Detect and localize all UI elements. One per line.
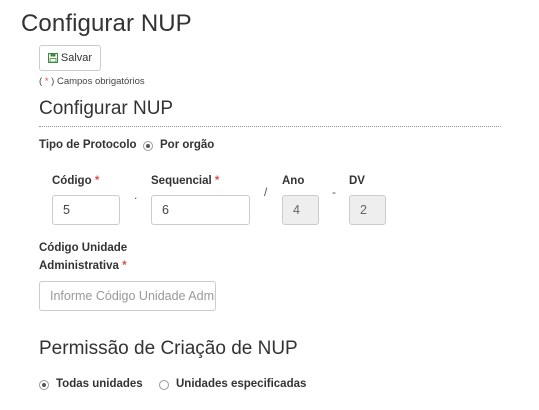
radio-todas-unidades-label: Todas unidades [56, 378, 143, 390]
codigo-input[interactable] [52, 195, 120, 225]
save-icon [47, 53, 58, 63]
sequencial-label: Sequencial * [151, 175, 220, 187]
section-title-configurar: Configurar NUP [39, 98, 174, 119]
radio-unidades-especificadas-label: Unidades especificadas [176, 378, 307, 390]
unidade-label-line1: Código Unidade [39, 242, 128, 254]
page-title: Configurar NUP [21, 10, 192, 37]
ano-input [282, 195, 319, 225]
radio-todas-unidades[interactable] [39, 380, 49, 390]
separator-slash: / [264, 185, 268, 199]
tipo-protocolo-label: Tipo de Protocolo [39, 139, 137, 151]
section-divider [39, 126, 501, 127]
codigo-label: Código * [52, 175, 100, 187]
radio-por-orgao-label: Por orgão [160, 139, 215, 151]
unidade-label-line2: Administrativa * [39, 260, 127, 272]
save-button[interactable]: Salvar [39, 45, 101, 71]
radio-por-orgao[interactable] [143, 141, 153, 151]
ano-label: Ano [282, 175, 305, 187]
separator-dash: - [332, 185, 336, 199]
sequencial-input[interactable] [151, 195, 250, 225]
radio-unidades-especificadas[interactable] [159, 380, 169, 390]
required-fields-note: ( * ) Campos obrigatórios [39, 76, 145, 87]
dv-input [349, 195, 386, 225]
dv-label: DV [349, 175, 365, 187]
separator-dot: . [134, 188, 138, 202]
unidade-input[interactable] [39, 281, 216, 311]
section-title-permissao: Permissão de Criação de NUP [39, 338, 298, 359]
save-button-label: Salvar [60, 52, 93, 64]
